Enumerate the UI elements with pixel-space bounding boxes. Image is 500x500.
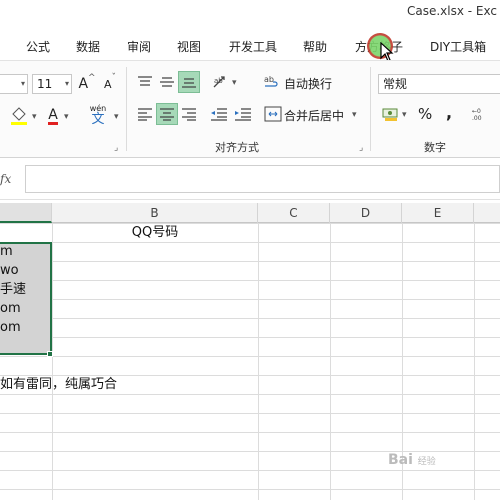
ribbon-home: ▾ 11 ▾ A ^ Aˇ ▾ A ▾ wén 文 ▾ ab ▾ ab 自动换行… bbox=[0, 60, 500, 158]
grid-line bbox=[330, 223, 331, 500]
merge-center-label[interactable]: 合并后居中 bbox=[284, 107, 344, 124]
font-size-value: 11 bbox=[37, 77, 53, 91]
align-right-button[interactable] bbox=[178, 103, 200, 125]
svg-text:ab: ab bbox=[264, 75, 274, 84]
font-color-icon: A bbox=[48, 106, 58, 125]
tab-diy-toolbox[interactable]: DIY工具箱 bbox=[430, 38, 486, 55]
number-format-combo[interactable]: 常规 bbox=[378, 74, 500, 94]
text-orientation-icon: ab bbox=[213, 76, 225, 88]
decrease-indent-button[interactable] bbox=[208, 103, 230, 125]
grid-line bbox=[474, 223, 475, 500]
cell-a5[interactable]: om bbox=[0, 299, 48, 318]
increase-indent-icon bbox=[235, 108, 251, 121]
svg-text:.00: .00 bbox=[472, 115, 482, 122]
column-header-b[interactable]: B bbox=[52, 203, 258, 223]
tab-help[interactable]: 帮助 bbox=[303, 38, 327, 55]
tab-view[interactable]: 视图 bbox=[177, 38, 201, 55]
svg-text:ab: ab bbox=[214, 77, 223, 85]
formula-bar: fx bbox=[0, 158, 500, 200]
align-top-button[interactable] bbox=[134, 71, 156, 93]
increase-decimal-button[interactable]: ←0.00 bbox=[470, 103, 492, 125]
font-size-combo[interactable]: 11 ▾ bbox=[32, 74, 72, 94]
group-divider bbox=[370, 67, 371, 151]
watermark-logo: Bai 经验 bbox=[388, 452, 436, 468]
align-center-icon bbox=[160, 108, 174, 121]
column-header-c[interactable]: C bbox=[258, 203, 330, 223]
cell-a4[interactable]: 手速 bbox=[0, 280, 48, 299]
grid-line bbox=[52, 223, 53, 500]
orientation-button[interactable]: ab bbox=[210, 71, 232, 93]
shrink-font-button[interactable]: Aˇ bbox=[99, 73, 121, 95]
group-divider bbox=[126, 67, 127, 151]
align-bottom-button[interactable] bbox=[178, 71, 200, 93]
align-bottom-icon bbox=[182, 78, 196, 88]
formula-input[interactable] bbox=[25, 165, 500, 193]
dialog-launcher-icon[interactable]: ⌟ bbox=[359, 143, 363, 153]
wrap-text-label[interactable]: 自动换行 bbox=[284, 75, 332, 92]
font-color-button[interactable]: A bbox=[42, 105, 64, 127]
accounting-icon bbox=[382, 108, 398, 121]
cell-a2[interactable]: m bbox=[0, 242, 48, 261]
fx-icon[interactable]: fx bbox=[0, 172, 11, 186]
align-top-icon bbox=[138, 76, 152, 86]
cell-a9-note[interactable]: 如有雷同，纯属巧合 bbox=[0, 375, 260, 394]
ribbon-tabs: 公式 数据 审阅 视图 开发工具 帮助 方方格子 DIY工具箱 bbox=[0, 28, 500, 60]
accounting-format-button[interactable] bbox=[380, 103, 402, 125]
tab-developer[interactable]: 开发工具 bbox=[229, 38, 277, 55]
chevron-down-icon[interactable]: ▾ bbox=[114, 112, 119, 122]
column-header-d[interactable]: D bbox=[330, 203, 402, 223]
number-group-label: 数字 bbox=[424, 141, 446, 154]
grid-line bbox=[258, 223, 259, 500]
wrap-text-icon: ab bbox=[264, 75, 278, 87]
alignment-group-label: 对齐方式 bbox=[215, 141, 259, 154]
chevron-down-icon[interactable]: ▾ bbox=[232, 78, 237, 88]
decrease-indent-icon bbox=[211, 108, 227, 121]
grow-font-button[interactable]: A ^ bbox=[76, 73, 98, 95]
merge-cells-icon bbox=[264, 106, 282, 122]
number-format-value: 常规 bbox=[383, 77, 408, 91]
cell-b1[interactable]: QQ号码 bbox=[52, 223, 258, 242]
percent-style-button[interactable]: % bbox=[418, 105, 432, 123]
title-bar: Case.xlsx - Exc bbox=[0, 0, 500, 28]
tab-data[interactable]: 数据 bbox=[76, 38, 100, 55]
font-name-combo[interactable]: ▾ bbox=[0, 74, 28, 94]
comma-style-button[interactable]: , bbox=[446, 103, 452, 122]
cell-a6[interactable]: om bbox=[0, 318, 48, 337]
align-center-button[interactable] bbox=[156, 103, 178, 125]
chevron-down-icon[interactable]: ▾ bbox=[352, 110, 357, 120]
window-title: Case.xlsx - Exc bbox=[407, 4, 497, 18]
align-middle-button[interactable] bbox=[156, 71, 178, 93]
merge-center-icon-button[interactable] bbox=[262, 103, 284, 125]
mouse-cursor-icon bbox=[380, 42, 394, 62]
fill-color-button[interactable] bbox=[6, 105, 32, 127]
phonetic-char: 文 bbox=[91, 111, 105, 127]
align-middle-icon bbox=[160, 77, 174, 87]
align-left-button[interactable] bbox=[134, 103, 156, 125]
wrap-text-icon-button[interactable]: ab bbox=[262, 71, 284, 93]
column-header-e[interactable]: E bbox=[402, 203, 474, 223]
column-headers: B C D E bbox=[0, 203, 500, 223]
chevron-down-icon: ▾ bbox=[64, 79, 69, 88]
tab-formulas[interactable]: 公式 bbox=[26, 38, 50, 55]
chevron-down-icon[interactable]: ▾ bbox=[32, 112, 37, 122]
increase-decimal-icon: ←0.00 bbox=[472, 108, 482, 122]
tab-review[interactable]: 审阅 bbox=[127, 38, 151, 55]
svg-text:←0: ←0 bbox=[472, 108, 481, 115]
grow-font-icon: A bbox=[78, 76, 89, 92]
align-left-icon bbox=[138, 108, 152, 121]
fill-bucket-icon bbox=[11, 107, 27, 125]
dialog-launcher-icon[interactable]: ⌟ bbox=[114, 143, 118, 153]
phonetic-guide-button[interactable]: wén 文 bbox=[83, 101, 113, 129]
align-right-icon bbox=[182, 108, 196, 121]
cell-a3[interactable]: wo bbox=[0, 261, 48, 280]
chevron-down-icon: ▾ bbox=[20, 79, 25, 88]
chevron-down-icon[interactable]: ▾ bbox=[64, 112, 69, 122]
increase-indent-button[interactable] bbox=[232, 103, 254, 125]
chevron-down-icon[interactable]: ▾ bbox=[402, 110, 407, 120]
shrink-font-icon: A bbox=[103, 77, 112, 91]
column-header-a[interactable] bbox=[0, 203, 52, 223]
fill-handle[interactable] bbox=[47, 351, 53, 357]
